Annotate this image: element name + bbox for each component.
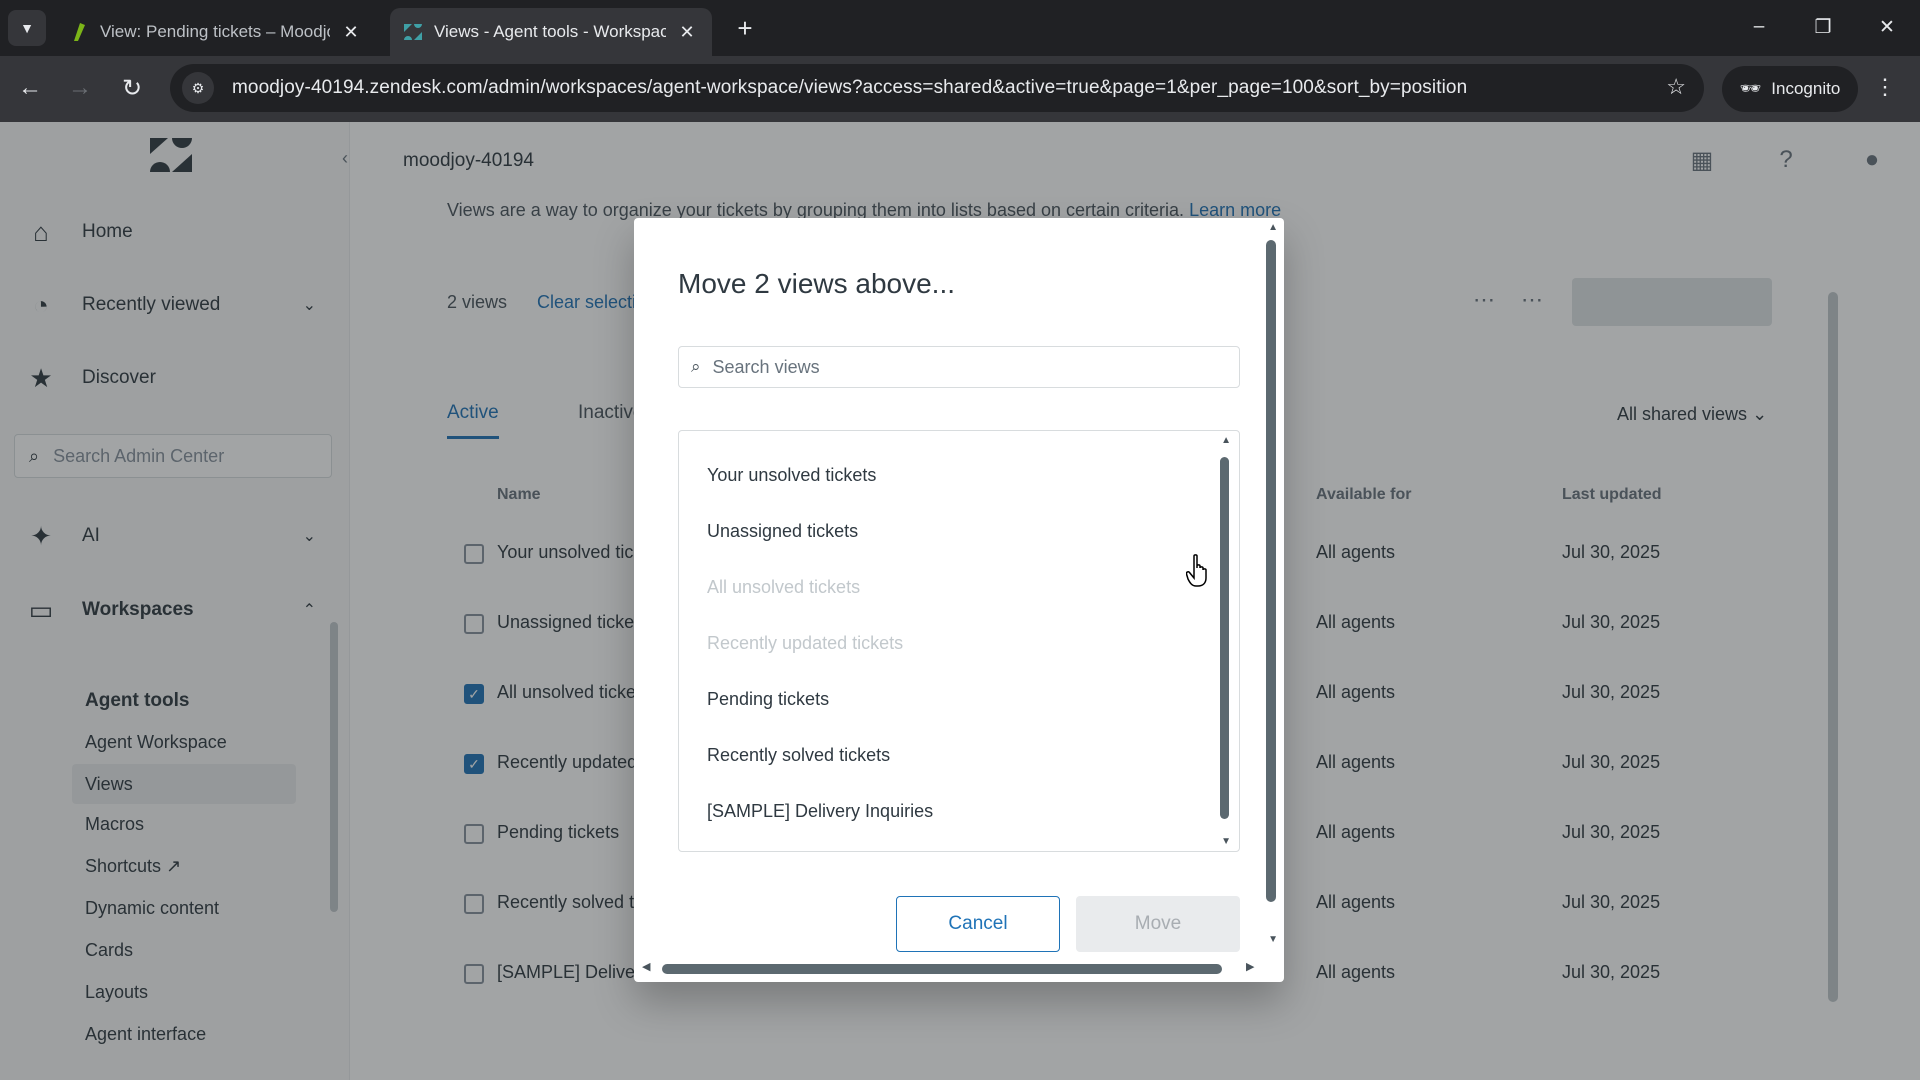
incognito-label: Incognito [1771,79,1841,98]
zendesk-favicon-icon [404,23,422,41]
option-your-unsolved-tickets[interactable]: Your unsolved tickets [707,465,876,486]
close-window-icon[interactable]: ✕ [1862,8,1912,46]
option-unassigned-tickets[interactable]: Unassigned tickets [707,521,858,542]
option-all-unsolved-tickets: All unsolved tickets [707,577,861,597]
site-info-icon[interactable]: ⚙ [182,72,214,104]
option-recently-updated-tickets: Recently updated tickets [707,633,904,653]
scroll-right-arrow-icon[interactable]: ▶ [1246,960,1254,973]
back-arrow-icon[interactable]: ← [10,68,50,108]
option-sample-delivery-inquiries[interactable]: [SAMPLE] Delivery Inquiries [707,801,933,822]
scroll-down-arrow-icon[interactable]: ▼ [1221,836,1231,847]
chevron-down-icon: ▼ [20,20,34,36]
incognito-icon: 🕶 [1739,79,1762,98]
scroll-left-arrow-icon[interactable]: ◀ [642,960,650,973]
scroll-up-arrow-icon[interactable]: ▲ [1268,222,1278,233]
incognito-indicator[interactable]: 🕶 Incognito [1722,66,1858,112]
browser-tab-bar: ▼ View: Pending tickets – Moodjo ✕ Views… [0,0,1920,56]
forward-arrow-icon[interactable]: → [60,68,100,108]
tab-search-button[interactable]: ▼ [8,10,46,46]
restore-icon[interactable]: ❐ [1798,8,1848,46]
hand-pointer-cursor-icon [1185,554,1212,588]
option-pending-tickets[interactable]: Pending tickets [707,689,829,710]
modal-horizontal-scrollbar[interactable] [662,964,1222,974]
scroll-up-arrow-icon[interactable]: ▲ [1221,435,1231,446]
new-tab-button[interactable]: + [730,12,760,44]
reload-icon[interactable]: ↻ [112,68,152,108]
move-button[interactable]: Move [1076,896,1240,952]
scroll-down-arrow-icon[interactable]: ▼ [1268,934,1278,945]
views-listbox: Your unsolved tickets Unassigned tickets… [678,430,1240,852]
close-tab-icon[interactable]: ✕ [340,21,362,43]
minimize-icon[interactable]: – [1734,8,1784,46]
bookmark-star-icon[interactable]: ☆ [1666,74,1686,100]
modal-vertical-scrollbar[interactable] [1266,240,1276,902]
modal-title: Move 2 views above... [678,268,956,299]
browser-tab-pending[interactable]: View: Pending tickets – Moodjo ✕ [56,8,376,56]
search-views-placeholder: Search views [712,356,820,377]
browser-toolbar: ← → ↻ ⚙ moodjoy-40194.zendesk.com/admin/… [0,56,1920,122]
browser-menu-icon[interactable]: ⋮ [1874,74,1896,100]
option-recently-solved-tickets[interactable]: Recently solved tickets [707,745,890,766]
tab-title: View: Pending tickets – Moodjo [100,22,330,41]
browser-tab-views[interactable]: Views - Agent tools - Workspac ✕ [390,8,712,56]
search-views-input[interactable]: ⌕ Search views [678,346,1240,388]
address-bar[interactable]: ⚙ moodjoy-40194.zendesk.com/admin/worksp… [170,64,1704,112]
leaf-favicon-icon [70,23,88,41]
close-tab-icon[interactable]: ✕ [676,21,698,43]
url-text[interactable]: moodjoy-40194.zendesk.com/admin/workspac… [232,77,1467,99]
cancel-button[interactable]: Cancel [896,896,1060,952]
listbox-scrollbar[interactable] [1220,457,1229,819]
search-icon: ⌕ [691,357,701,376]
tab-title: Views - Agent tools - Workspac [434,22,666,41]
move-views-modal: Move 2 views above... ⌕ Search views You… [634,218,1284,982]
